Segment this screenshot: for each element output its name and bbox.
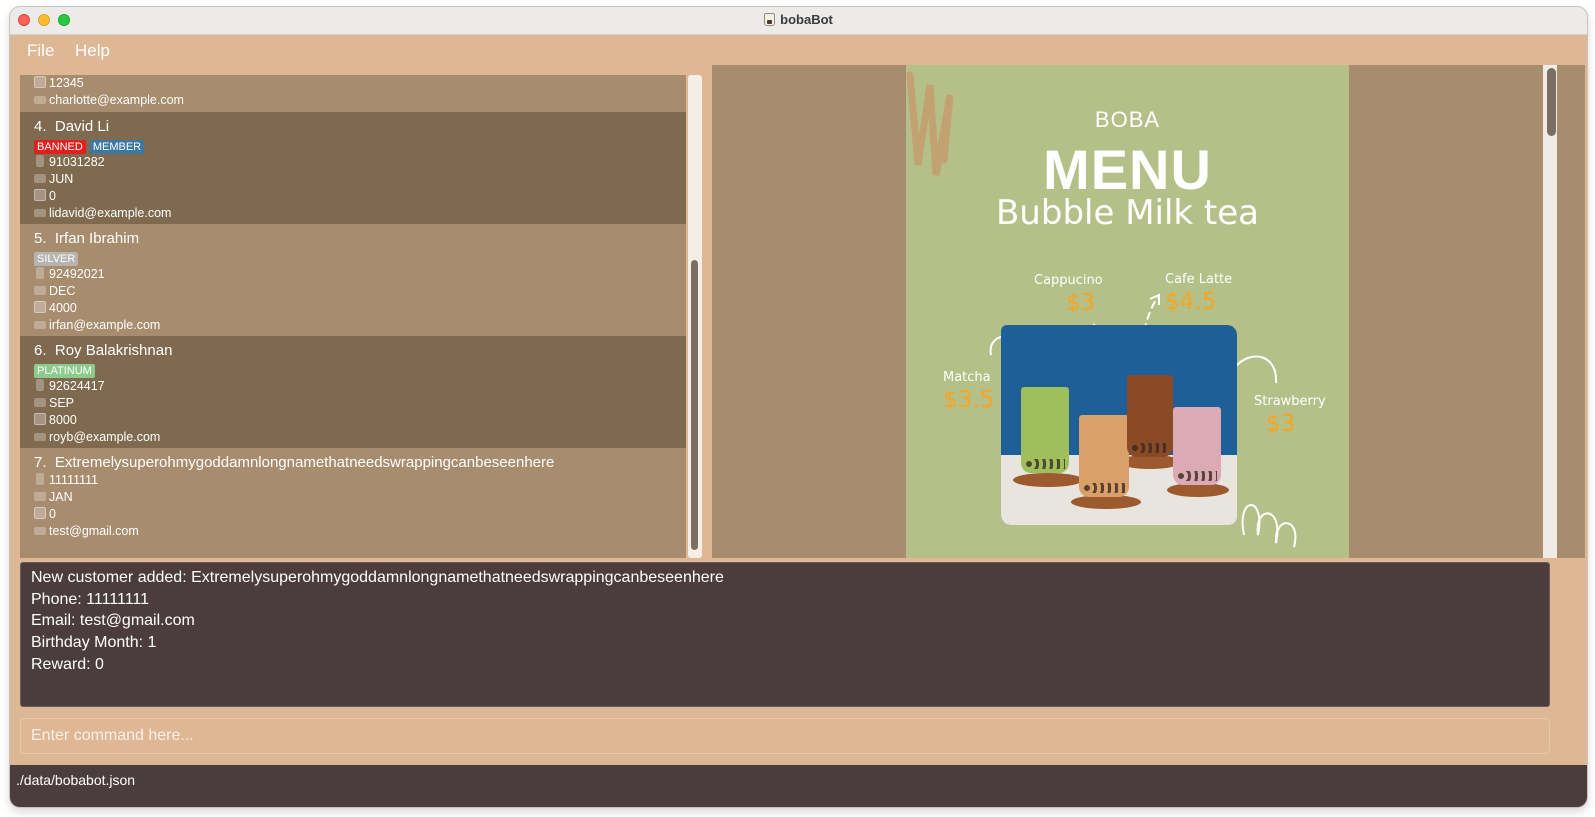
customer-card[interactable]: 12345 charlotte@example.com bbox=[20, 75, 686, 112]
reward-row: 12345 bbox=[34, 75, 686, 92]
phone-row: 92624417 bbox=[34, 378, 686, 395]
image-scrollbar[interactable] bbox=[1543, 65, 1557, 558]
boba-app-icon bbox=[764, 13, 776, 26]
customer-card[interactable]: 5. Irfan Ibrahim SILVER 92492021 DEC 400… bbox=[20, 224, 686, 336]
birthday-cake-icon bbox=[34, 286, 46, 295]
window-title-text: bobaBot bbox=[780, 12, 833, 27]
tag-banned: BANNED bbox=[34, 140, 86, 154]
birthday-value: SEP bbox=[49, 396, 75, 410]
result-line: Phone: 11111111 bbox=[31, 591, 150, 608]
email-value: test@gmail.com bbox=[49, 524, 139, 538]
customer-list[interactable]: 12345 charlotte@example.com 4. David Li … bbox=[20, 75, 686, 558]
save-location: ./data/bobabot.json bbox=[16, 772, 136, 788]
email-row: royb@example.com bbox=[34, 429, 686, 446]
phone-value: 92492021 bbox=[49, 267, 105, 281]
gift-icon bbox=[34, 507, 46, 519]
reward-row: 0 bbox=[34, 188, 686, 205]
result-line: Birthday Month: 1 bbox=[31, 634, 157, 651]
strawberry-cup bbox=[1173, 407, 1221, 485]
reward-value: 4000 bbox=[49, 301, 77, 315]
email-value: irfan@example.com bbox=[49, 318, 161, 332]
result-display: New customer added: Extremelysuperohmygo… bbox=[20, 562, 1550, 707]
phone-icon bbox=[36, 267, 44, 279]
customer-card[interactable]: 6. Roy Balakrishnan PLATINUM 92624417 SE… bbox=[20, 336, 686, 448]
customer-card[interactable]: 4. David Li BANNED MEMBER 91031282 JUN 0 … bbox=[20, 112, 686, 224]
reward-row: 8000 bbox=[34, 412, 686, 429]
tag-platinum: PLATINUM bbox=[34, 364, 95, 378]
tag-row: BANNED MEMBER bbox=[34, 137, 686, 154]
birthday-value: JUN bbox=[49, 172, 74, 186]
reward-value: 0 bbox=[49, 189, 56, 203]
reward-value: 8000 bbox=[49, 413, 77, 427]
phone-icon bbox=[36, 155, 44, 167]
birthday-cake-icon bbox=[34, 398, 46, 407]
phone-row: 91031282 bbox=[34, 154, 686, 171]
email-row: lidavid@example.com bbox=[34, 205, 686, 222]
gift-icon bbox=[34, 76, 46, 88]
command-input[interactable] bbox=[20, 718, 1550, 754]
cafe-latte-cup bbox=[1127, 375, 1173, 457]
tag-member: MEMBER bbox=[89, 140, 145, 154]
result-line: Reward: 0 bbox=[31, 656, 104, 673]
email-icon bbox=[34, 527, 46, 535]
birthday-cake-icon bbox=[34, 174, 46, 183]
boba-menu-image: BOBA MENU Bubble Milk tea Cappucino $3 C… bbox=[906, 65, 1349, 558]
result-line: Email: test@gmail.com bbox=[31, 612, 195, 629]
image-scroll-thumb[interactable] bbox=[1547, 68, 1556, 136]
tag-row: SILVER bbox=[34, 249, 686, 266]
email-icon bbox=[34, 209, 46, 217]
gift-icon bbox=[34, 413, 46, 425]
reward-value: 12345 bbox=[49, 76, 84, 90]
menu-file[interactable]: File bbox=[27, 41, 54, 61]
phone-row: 92492021 bbox=[34, 266, 686, 283]
tag-silver: SILVER bbox=[34, 252, 79, 266]
phone-icon bbox=[36, 473, 44, 485]
birthday-value: JAN bbox=[49, 490, 73, 504]
app-window: bobaBot File Help 12345 charlotte@exampl… bbox=[10, 7, 1587, 807]
reward-value: 0 bbox=[49, 507, 56, 521]
customer-name: 4. David Li bbox=[34, 118, 110, 135]
menu-help[interactable]: Help bbox=[75, 41, 110, 61]
gift-icon bbox=[34, 189, 46, 201]
email-row: test@gmail.com bbox=[34, 523, 686, 540]
email-value: lidavid@example.com bbox=[49, 206, 172, 220]
gift-icon bbox=[34, 301, 46, 313]
email-row: charlotte@example.com bbox=[34, 92, 686, 109]
customer-name: 7. Extremelysuperohmygoddamnlongnamethat… bbox=[34, 454, 555, 471]
menu-bar: File Help bbox=[10, 35, 1587, 65]
phone-value: 11111111 bbox=[49, 473, 99, 487]
email-value: royb@example.com bbox=[49, 430, 161, 444]
birthday-value: DEC bbox=[49, 284, 76, 298]
email-value: charlotte@example.com bbox=[49, 93, 184, 107]
reward-row: 0 bbox=[34, 506, 686, 523]
customer-list-panel: 12345 charlotte@example.com 4. David Li … bbox=[10, 65, 710, 558]
phone-value: 92624417 bbox=[49, 379, 105, 393]
boba-drinks-photo bbox=[1001, 325, 1237, 525]
email-icon bbox=[34, 433, 46, 441]
phone-value: 91031282 bbox=[49, 155, 105, 169]
customer-name: 5. Irfan Ibrahim bbox=[34, 230, 140, 247]
birthday-row: DEC bbox=[34, 283, 686, 300]
cappucino-cup bbox=[1079, 415, 1129, 497]
birthday-row: JAN bbox=[34, 489, 686, 506]
customer-card[interactable]: 7. Extremelysuperohmygoddamnlongnamethat… bbox=[20, 448, 686, 558]
email-icon bbox=[34, 321, 46, 329]
result-line: New customer added: Extremelysuperohmygo… bbox=[31, 569, 724, 586]
birthday-row: JUN bbox=[34, 171, 686, 188]
birthday-row: SEP bbox=[34, 395, 686, 412]
customer-name: 6. Roy Balakrishnan bbox=[34, 342, 173, 359]
phone-row: 11111111 bbox=[34, 472, 686, 489]
birthday-cake-icon bbox=[34, 492, 46, 501]
command-box bbox=[20, 718, 1550, 754]
email-row: irfan@example.com bbox=[34, 317, 686, 334]
phone-icon bbox=[36, 379, 44, 391]
reward-row: 4000 bbox=[34, 300, 686, 317]
status-bar: ./data/bobabot.json bbox=[10, 765, 1587, 807]
window-title: bobaBot bbox=[10, 12, 1587, 27]
title-bar: bobaBot bbox=[10, 7, 1587, 35]
customer-list-scroll-thumb[interactable] bbox=[691, 260, 698, 550]
matcha-cup bbox=[1021, 387, 1069, 473]
tag-row: PLATINUM bbox=[34, 361, 686, 378]
email-icon bbox=[34, 96, 46, 104]
